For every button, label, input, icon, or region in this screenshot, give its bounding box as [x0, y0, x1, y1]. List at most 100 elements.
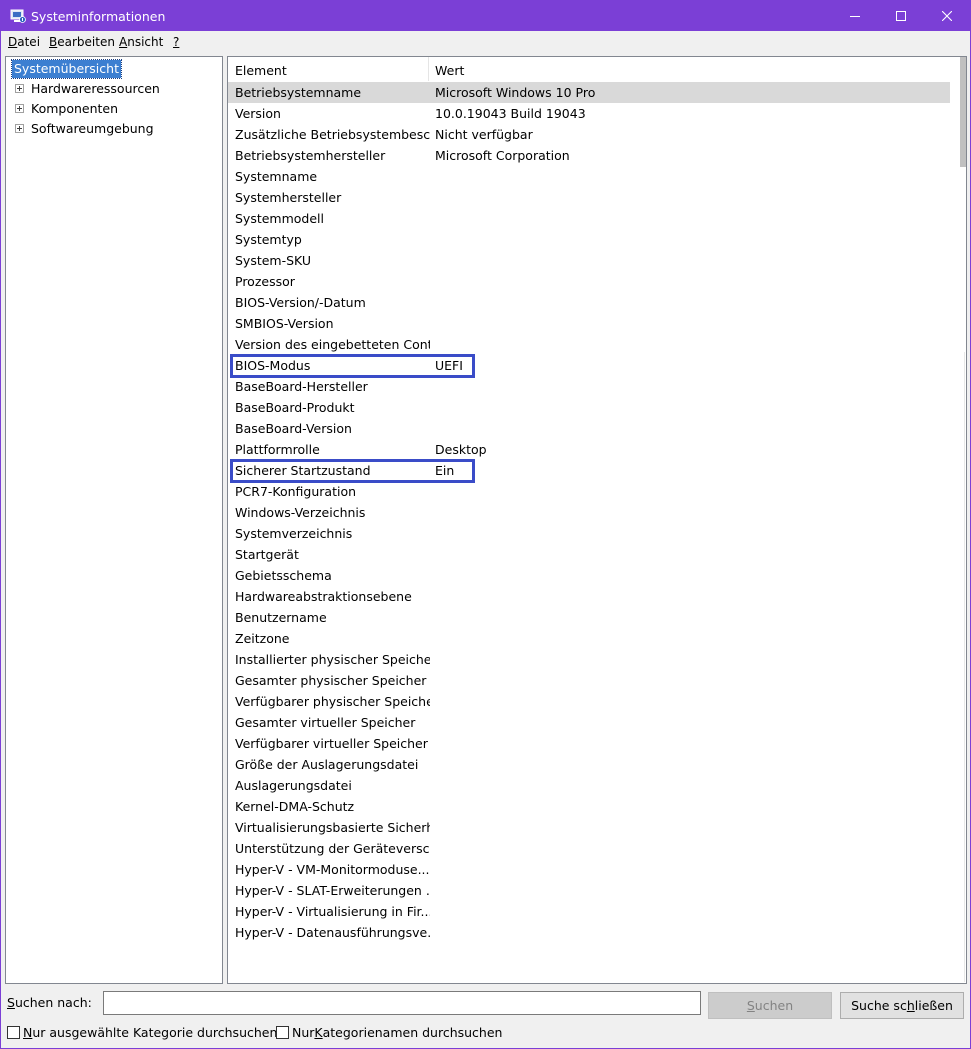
table-row[interactable]: Verfügbarer physischer Speicher	[228, 691, 950, 712]
minimize-button[interactable]	[832, 1, 878, 31]
table-row[interactable]: SMBIOS-Version	[228, 313, 950, 334]
row-element-cell: Windows-Verzeichnis	[235, 505, 366, 520]
only-selected-category-checkbox[interactable]	[7, 1025, 20, 1039]
expand-plus-icon[interactable]	[15, 124, 24, 133]
table-row[interactable]: Auslagerungsdatei	[228, 775, 950, 796]
table-row[interactable]: Systemtyp	[228, 229, 950, 250]
menu-bearbeiten[interactable]: Bearbeiten	[49, 35, 115, 49]
column-divider[interactable]	[428, 57, 429, 81]
table-row[interactable]: Hardwareabstraktionsebene	[228, 586, 950, 607]
table-row[interactable]: Benutzername	[228, 607, 950, 628]
maximize-button[interactable]	[878, 1, 924, 31]
scrollbar-track-line	[964, 352, 965, 982]
table-row[interactable]: Zeitzone	[228, 628, 950, 649]
table-row[interactable]: Installierter physischer Speicher...	[228, 649, 950, 670]
row-element-cell: BaseBoard-Hersteller	[235, 379, 368, 394]
table-row[interactable]: Verfügbarer virtueller Speicher	[228, 733, 950, 754]
expand-plus-icon[interactable]	[15, 104, 24, 113]
only-selected-category-option[interactable]: Nur ausgewählte Kategorie durchsuchen	[7, 1024, 277, 1040]
row-element-cell: Verfügbarer virtueller Speicher	[235, 736, 428, 751]
close-search-button[interactable]: Suche sc h ließen	[840, 992, 964, 1019]
table-row[interactable]: Zusätzliche Betriebsystembesch... Nicht v…	[228, 124, 950, 145]
table-row[interactable]: Gebietsschema	[228, 565, 950, 586]
column-header-element[interactable]: Element	[235, 63, 287, 78]
row-element-cell: Kernel-DMA-Schutz	[235, 799, 355, 814]
menu-ansicht[interactable]: Ansicht	[119, 35, 163, 49]
close-icon	[942, 11, 952, 21]
table-row[interactable]: Systemverzeichnis	[228, 523, 950, 544]
table-row[interactable]: Kernel-DMA-Schutz	[228, 796, 950, 817]
category-tree[interactable]: Systemübersicht Hardwareressourcen Kompo…	[5, 56, 223, 984]
table-row[interactable]: Gesamter virtueller Speicher	[228, 712, 950, 733]
menu-datei[interactable]: Datei	[8, 35, 40, 49]
search-button[interactable]: Suchen	[708, 992, 832, 1019]
only-category-names-checkbox[interactable]	[276, 1025, 289, 1039]
row-element-cell: Systemname	[235, 169, 318, 184]
row-element-cell: PCR7-Konfiguration	[235, 484, 357, 499]
row-element-cell: Version des eingebetteten Cont...	[235, 337, 430, 352]
row-element-cell: Unterstützung der Geräteversc...	[235, 841, 430, 856]
row-element-cell: Prozessor	[235, 274, 295, 289]
row-element-cell: Zeitzone	[235, 631, 290, 646]
table-row[interactable]: Systemmodell	[228, 208, 950, 229]
window-title: Systeminformationen	[31, 9, 166, 24]
list-header: Element Wert	[228, 57, 950, 83]
table-row[interactable]: Windows-Verzeichnis	[228, 502, 950, 523]
table-row[interactable]: Unterstützung der Geräteversc...	[228, 838, 950, 859]
table-row[interactable]: Startgerät	[228, 544, 950, 565]
row-element-cell: Hardwareabstraktionsebene	[235, 589, 412, 604]
maximize-icon	[896, 11, 906, 21]
table-row[interactable]: BIOS-Version/-Datum	[228, 292, 950, 313]
scrollbar-thumb[interactable]	[960, 57, 966, 167]
row-element-cell: Gesamter virtueller Speicher	[235, 715, 416, 730]
table-row[interactable]: Systemhersteller	[228, 187, 950, 208]
row-value-cell: 10.0.19043 Build 19043	[435, 106, 586, 121]
vertical-scrollbar[interactable]	[950, 57, 966, 983]
table-row[interactable]: BaseBoard-Version	[228, 418, 950, 439]
table-row[interactable]: Betriebsystemhersteller Microsoft Corpora…	[228, 145, 950, 166]
table-row[interactable]: Hyper-V - Datenausführungsve...	[228, 922, 950, 943]
expand-plus-icon[interactable]	[15, 84, 24, 93]
row-element-cell: Verfügbarer physischer Speicher	[235, 694, 430, 709]
table-row[interactable]: Hyper-V - VM-Monitormoduse...	[228, 859, 950, 880]
row-element-cell: Zusätzliche Betriebsystembesch...	[235, 127, 430, 142]
only-category-names-option[interactable]: Nur Kategorienamen durchsuchen	[276, 1024, 502, 1040]
row-element-cell: BIOS-Version/-Datum	[235, 295, 366, 310]
minimize-icon	[850, 16, 860, 17]
row-element-cell: Gebietsschema	[235, 568, 332, 583]
table-row[interactable]: Prozessor	[228, 271, 950, 292]
tree-item-label: Komponenten	[31, 101, 119, 116]
menu-help[interactable]: ?	[173, 35, 179, 49]
table-row[interactable]: Version 10.0.19043 Build 19043	[228, 103, 950, 124]
table-row[interactable]: Größe der Auslagerungsdatei	[228, 754, 950, 775]
table-row[interactable]: Betriebsystemname Microsoft Windows 10 Pr…	[228, 82, 950, 103]
table-row[interactable]: BaseBoard-Produkt	[228, 397, 950, 418]
row-element-cell: System-SKU	[235, 253, 312, 268]
table-row[interactable]: BaseBoard-Hersteller	[228, 376, 950, 397]
row-element-cell: BaseBoard-Produkt	[235, 400, 355, 415]
table-row[interactable]: Hyper-V - SLAT-Erweiterungen ...	[228, 880, 950, 901]
table-row[interactable]: Version des eingebetteten Cont...	[228, 334, 950, 355]
column-header-wert[interactable]: Wert	[435, 63, 464, 78]
table-row[interactable]: System-SKU	[228, 250, 950, 271]
search-input[interactable]	[103, 991, 701, 1015]
row-element-cell: Systemtyp	[235, 232, 302, 247]
table-row[interactable]: Hyper-V - Virtualisierung in Fir...	[228, 901, 950, 922]
title-bar[interactable]: Systeminformationen	[1, 1, 970, 31]
row-element-cell: Gesamter physischer Speicher	[235, 673, 427, 688]
row-value-cell: Desktop	[435, 442, 487, 457]
table-row[interactable]: Plattformrolle Desktop	[228, 439, 950, 460]
table-row[interactable]: Gesamter physischer Speicher	[228, 670, 950, 691]
row-element-cell: Systemmodell	[235, 211, 325, 226]
row-value-cell: Microsoft Windows 10 Pro	[435, 85, 596, 100]
close-button[interactable]	[924, 1, 970, 31]
table-row[interactable]: Systemname	[228, 166, 950, 187]
table-row[interactable]: Virtualisierungsbasierte Sicherh...	[228, 817, 950, 838]
row-element-cell: Systemhersteller	[235, 190, 342, 205]
tree-item-systemuebersicht[interactable]: Systemübersicht	[11, 59, 122, 79]
table-row[interactable]: PCR7-Konfiguration	[228, 481, 950, 502]
row-element-cell: Startgerät	[235, 547, 299, 562]
tree-item-label: Softwareumgebung	[31, 121, 154, 136]
search-label: Suchen nach:	[7, 995, 92, 1010]
details-list[interactable]: Element Wert Betriebsystemname Microsoft …	[227, 56, 967, 984]
